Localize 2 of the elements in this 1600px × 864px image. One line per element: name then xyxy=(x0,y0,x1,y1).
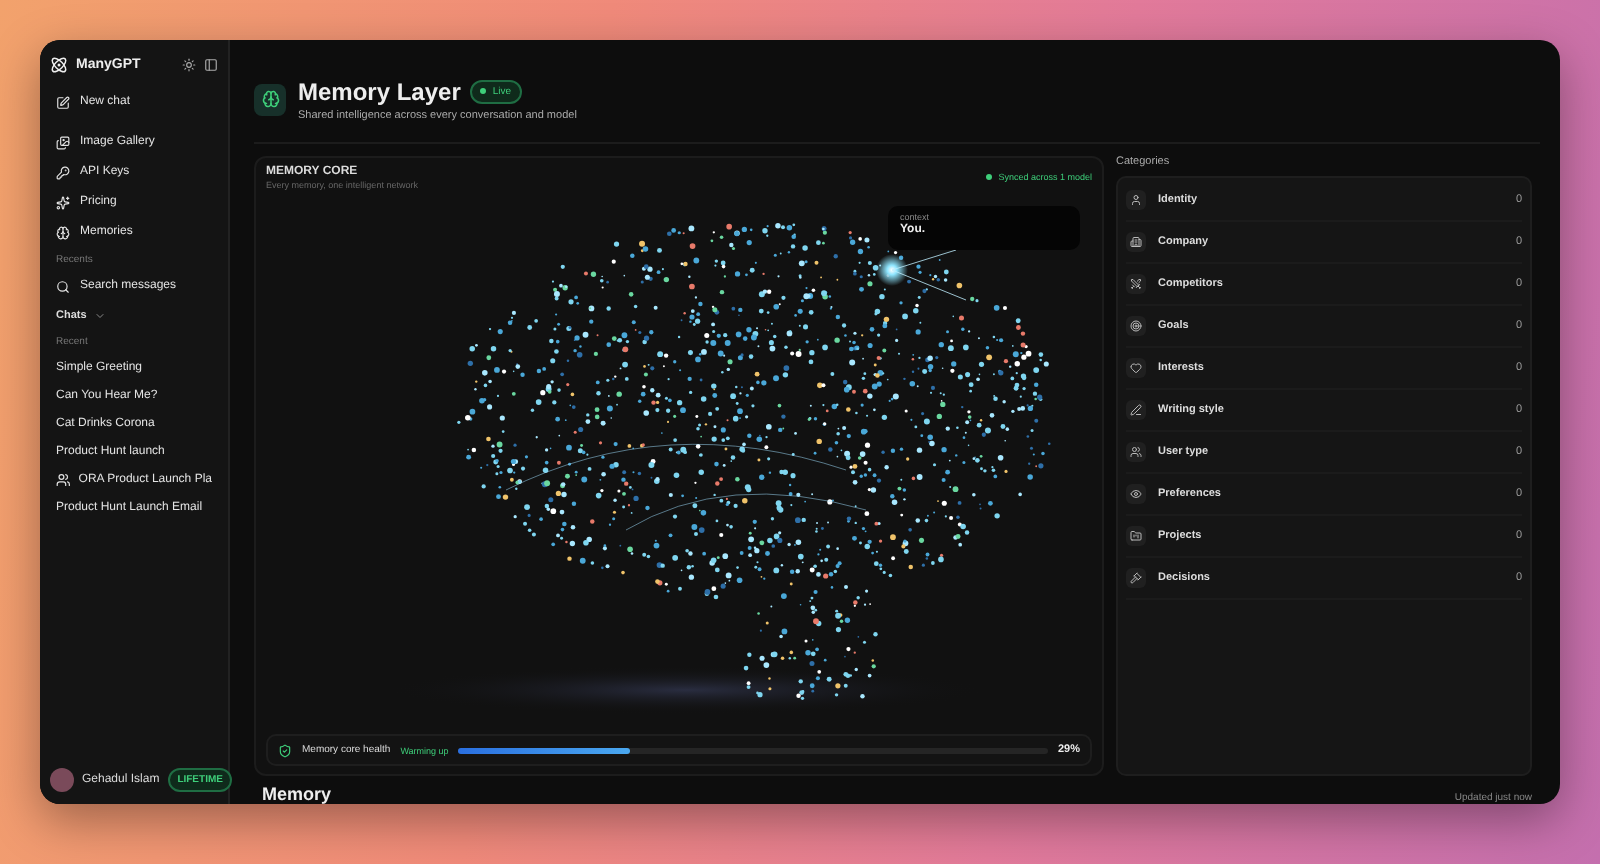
section-title: Memory xyxy=(262,784,332,804)
page-title: Memory Layer xyxy=(298,77,461,105)
